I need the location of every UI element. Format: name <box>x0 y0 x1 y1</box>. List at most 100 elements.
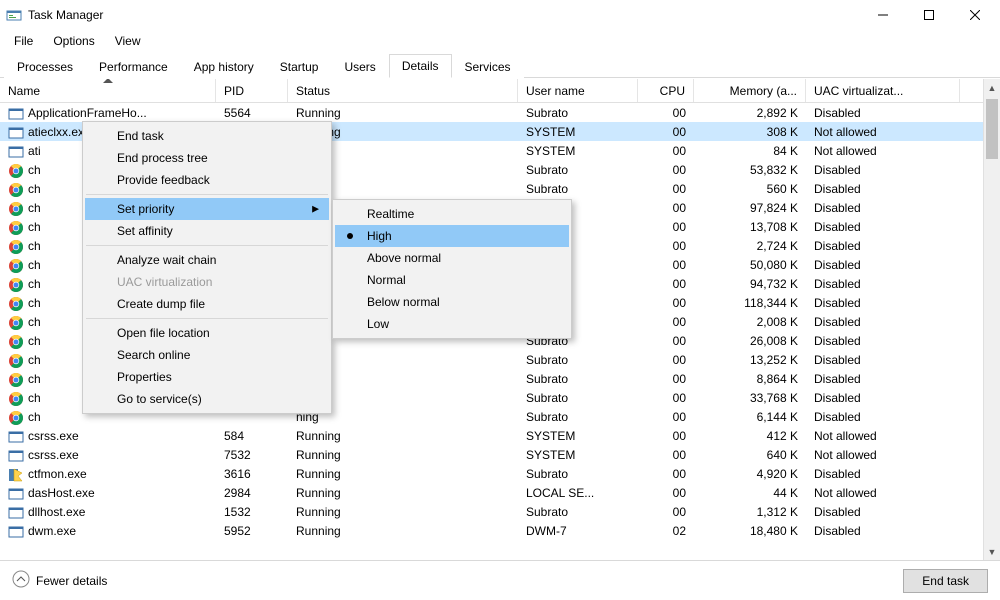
table-row[interactable]: csrss.exe7532RunningSYSTEM00640 KNot all… <box>0 445 1000 464</box>
menu-item-open-file-location[interactable]: Open file location <box>85 322 329 344</box>
chrome-icon <box>8 163 24 177</box>
menu-item-normal[interactable]: Normal <box>335 269 569 291</box>
tab-services[interactable]: Services <box>452 55 524 78</box>
menu-item-below-normal[interactable]: Below normal <box>335 291 569 313</box>
menu-item-above-normal[interactable]: Above normal <box>335 247 569 269</box>
process-name: dllhost.exe <box>28 505 85 519</box>
chrome-icon <box>8 353 24 367</box>
menu-item-provide-feedback[interactable]: Provide feedback <box>85 169 329 191</box>
menu-item-end-process-tree[interactable]: End process tree <box>85 147 329 169</box>
process-status: Running <box>288 504 518 520</box>
process-name: ch <box>28 296 41 310</box>
process-memory: 2,008 K <box>694 314 806 330</box>
process-cpu: 00 <box>638 466 694 482</box>
process-icon <box>8 505 24 519</box>
menu-item-set-priority[interactable]: Set priority▶ <box>85 198 329 220</box>
table-row[interactable]: dasHost.exe2984RunningLOCAL SE...0044 KN… <box>0 483 1000 502</box>
maximize-button[interactable] <box>906 0 952 30</box>
process-memory: 4,920 K <box>694 466 806 482</box>
table-row[interactable]: dwm.exe5952RunningDWM-70218,480 KDisable… <box>0 521 1000 540</box>
menu-item-uac-virtualization: UAC virtualization <box>85 271 329 293</box>
menu-item-go-to-service-s-[interactable]: Go to service(s) <box>85 388 329 410</box>
scrollbar-thumb[interactable] <box>986 99 998 159</box>
menu-item-properties[interactable]: Properties <box>85 366 329 388</box>
process-memory: 2,892 K <box>694 105 806 121</box>
menu-options[interactable]: Options <box>43 32 104 50</box>
process-cpu: 00 <box>638 257 694 273</box>
menu-item-low[interactable]: Low <box>335 313 569 335</box>
process-memory: 308 K <box>694 124 806 140</box>
fewer-details-toggle[interactable]: Fewer details <box>12 570 107 591</box>
menu-item-analyze-wait-chain[interactable]: Analyze wait chain <box>85 249 329 271</box>
col-name[interactable]: Name <box>0 79 216 102</box>
process-name: ch <box>28 334 41 348</box>
vertical-scrollbar[interactable]: ▲ ▼ <box>983 79 1000 560</box>
col-user[interactable]: User name <box>518 79 638 102</box>
process-user: SYSTEM <box>518 124 638 140</box>
col-status[interactable]: Status <box>288 79 518 102</box>
bullet-icon <box>347 233 353 239</box>
scroll-up-icon[interactable]: ▲ <box>984 79 1000 96</box>
process-pid <box>216 416 288 418</box>
tab-details[interactable]: Details <box>389 54 452 78</box>
process-user: Subrato <box>518 504 638 520</box>
close-button[interactable] <box>952 0 998 30</box>
tab-users[interactable]: Users <box>331 55 388 78</box>
process-name: ch <box>28 410 41 424</box>
chrome-icon <box>8 201 24 215</box>
col-cpu[interactable]: CPU <box>638 79 694 102</box>
process-cpu: 00 <box>638 295 694 311</box>
tab-startup[interactable]: Startup <box>267 55 332 78</box>
menu-item-search-online[interactable]: Search online <box>85 344 329 366</box>
process-memory: 53,832 K <box>694 162 806 178</box>
process-name: ch <box>28 258 41 272</box>
process-cpu: 00 <box>638 371 694 387</box>
process-status: Running <box>288 428 518 444</box>
menu-view[interactable]: View <box>105 32 151 50</box>
process-name: ch <box>28 353 41 367</box>
col-uac[interactable]: UAC virtualizat... <box>806 79 960 102</box>
table-row[interactable]: ctfmon.exe3616RunningSubrato004,920 KDis… <box>0 464 1000 483</box>
tab-app-history[interactable]: App history <box>181 55 267 78</box>
fewer-details-label: Fewer details <box>36 574 107 588</box>
process-uac: Disabled <box>806 504 960 520</box>
tab-processes[interactable]: Processes <box>4 55 86 78</box>
table-row[interactable]: csrss.exe584RunningSYSTEM00412 KNot allo… <box>0 426 1000 445</box>
process-name: ch <box>28 239 41 253</box>
col-mem[interactable]: Memory (a... <box>694 79 806 102</box>
table-row[interactable]: ApplicationFrameHo...5564RunningSubrato0… <box>0 103 1000 122</box>
process-cpu: 00 <box>638 276 694 292</box>
process-uac: Disabled <box>806 162 960 178</box>
process-memory: 44 K <box>694 485 806 501</box>
process-user: DWM-7 <box>518 523 638 539</box>
col-pid[interactable]: PID <box>216 79 288 102</box>
table-row[interactable]: dllhost.exe1532RunningSubrato001,312 KDi… <box>0 502 1000 521</box>
process-memory: 18,480 K <box>694 523 806 539</box>
menu-file[interactable]: File <box>4 32 43 50</box>
end-task-button[interactable]: End task <box>903 569 988 593</box>
minimize-button[interactable] <box>860 0 906 30</box>
process-uac: Disabled <box>806 314 960 330</box>
process-icon <box>8 125 24 139</box>
process-cpu: 00 <box>638 105 694 121</box>
menu-item-realtime[interactable]: Realtime <box>335 203 569 225</box>
process-name: ch <box>28 182 41 196</box>
process-memory: 50,080 K <box>694 257 806 273</box>
process-icon <box>8 448 24 462</box>
menu-item-create-dump-file[interactable]: Create dump file <box>85 293 329 315</box>
menu-item-high[interactable]: High <box>335 225 569 247</box>
scroll-down-icon[interactable]: ▼ <box>984 543 1000 560</box>
process-pid: 5564 <box>216 105 288 121</box>
chrome-icon <box>8 277 24 291</box>
context-menu: End taskEnd process treeProvide feedback… <box>82 121 332 414</box>
process-status: Running <box>288 523 518 539</box>
process-memory: 84 K <box>694 143 806 159</box>
menu-item-end-task[interactable]: End task <box>85 125 329 147</box>
process-uac: Disabled <box>806 105 960 121</box>
menubar: File Options View <box>0 30 1000 52</box>
process-name: ati <box>28 144 41 158</box>
process-uac: Disabled <box>806 238 960 254</box>
menu-separator <box>86 245 328 246</box>
menu-item-set-affinity[interactable]: Set affinity <box>85 220 329 242</box>
tab-performance[interactable]: Performance <box>86 55 181 78</box>
